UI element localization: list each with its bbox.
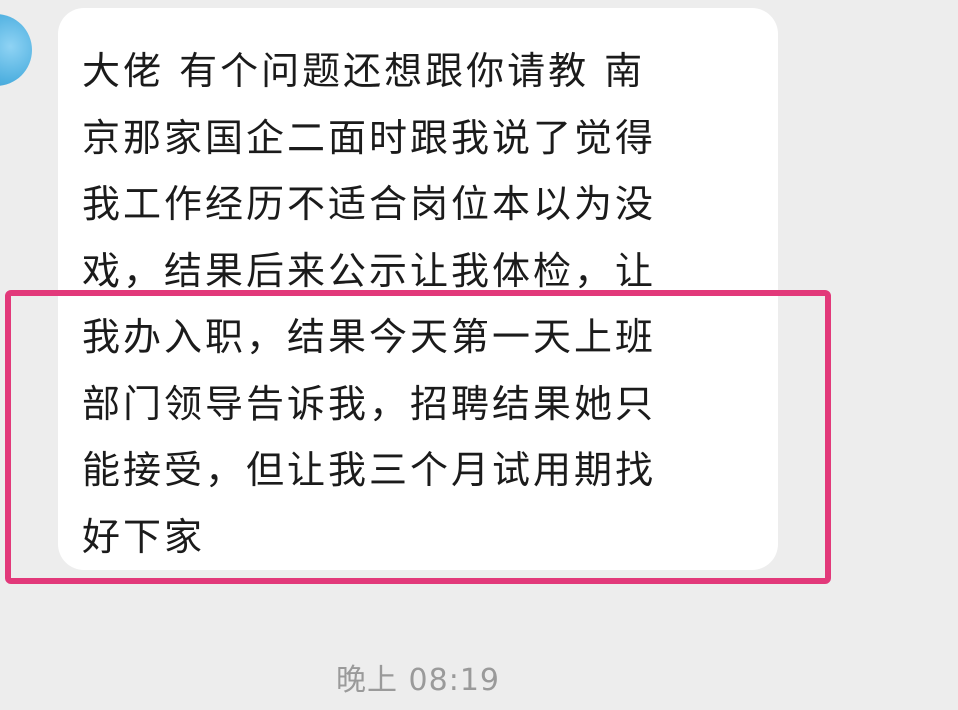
message-timestamp: 晚上 08:19: [336, 663, 500, 698]
message-line: 戏，结果后来公示让我体检，让: [82, 248, 657, 293]
message-line: 好下家: [82, 514, 206, 559]
sender-avatar[interactable]: [0, 14, 32, 86]
message-line: 大佬 有个问题还想跟你请教 南: [82, 49, 646, 93]
message-line: 我办入职，结果今天第一天上班: [82, 315, 657, 359]
message-line: 能接受，但让我三个月试用期找: [82, 448, 657, 492]
message-text: 大佬 有个问题还想跟你请教 南 京那家国企二面时跟我说了觉得 我工作经历不适合岗…: [82, 38, 732, 570]
message-line: 部门领导告诉我，招聘结果她只: [82, 381, 657, 426]
message-line: 我工作经历不适合岗位本以为没: [82, 182, 657, 226]
chat-area: 大佬 有个问题还想跟你请教 南 京那家国企二面时跟我说了觉得 我工作经历不适合岗…: [0, 0, 958, 710]
message-line: 京那家国企二面时跟我说了觉得: [82, 115, 657, 160]
